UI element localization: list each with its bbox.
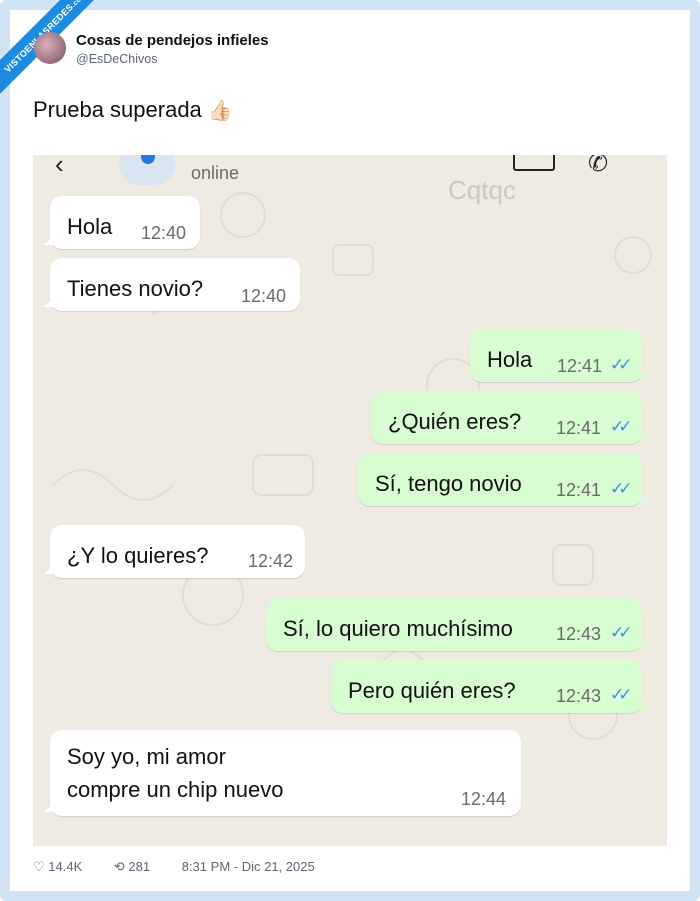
message-text: Soy yo, mi amor compre un chip nuevo bbox=[67, 744, 284, 802]
post-text-body: Prueba superada bbox=[33, 97, 202, 122]
video-call-icon[interactable] bbox=[513, 155, 555, 171]
post-footer: ♡ 14.4K ⟲ 281 8:31 PM - Dic 21, 2025 bbox=[33, 859, 329, 875]
retweet-button[interactable]: ⟲ 281 bbox=[114, 859, 164, 874]
message-text: Hola bbox=[67, 214, 113, 239]
outgoing-message[interactable]: Sí, tengo novio 12:41 ✓✓ bbox=[358, 453, 649, 506]
thumbs-up-icon: 👍🏻 bbox=[207, 100, 233, 122]
like-button[interactable]: ♡ 14.4K bbox=[33, 859, 96, 874]
message-time: 12:44 bbox=[461, 789, 507, 809]
message-text: Sí, tengo novio bbox=[375, 471, 522, 496]
contact-status: online bbox=[191, 163, 240, 183]
phone-icon[interactable]: ✆ bbox=[588, 155, 608, 178]
message-time: 12:41 bbox=[557, 356, 603, 376]
like-count: 14.4K bbox=[48, 859, 83, 874]
back-arrow-icon[interactable]: ‹ bbox=[55, 155, 64, 180]
outgoing-message[interactable]: ¿Quién eres? 12:41 ✓✓ bbox=[371, 391, 649, 444]
message-text: ¿Quién eres? bbox=[388, 409, 522, 434]
message-text: ¿Y lo quieres? bbox=[67, 543, 209, 568]
message-text: Pero quién eres? bbox=[348, 678, 516, 703]
message-time: 12:43 bbox=[556, 624, 602, 644]
incoming-message[interactable]: Soy yo, mi amor compre un chip nuevo 12:… bbox=[43, 730, 521, 816]
chat-screenshot: ‹ online ✆ Cqtqc Hola 12:40 Tienes novio… bbox=[33, 155, 667, 846]
incoming-message[interactable]: Hola 12:40 bbox=[43, 196, 200, 249]
avatar[interactable] bbox=[34, 32, 66, 64]
message-time: 12:41 bbox=[556, 418, 602, 438]
post-timestamp[interactable]: 8:31 PM - Dic 21, 2025 bbox=[182, 859, 315, 874]
message-time: 12:41 bbox=[556, 480, 602, 500]
message-time: 12:43 bbox=[556, 686, 602, 706]
incoming-message[interactable]: ¿Y lo quieres? 12:42 bbox=[43, 525, 305, 578]
read-ticks-icon: ✓✓ bbox=[610, 479, 632, 498]
chat-header: ‹ online ✆ bbox=[33, 155, 667, 185]
outgoing-message[interactable]: Hola 12:41 ✓✓ bbox=[470, 329, 649, 382]
read-ticks-icon: ✓✓ bbox=[610, 355, 632, 374]
outgoing-message[interactable]: Sí, lo quiero muchísimo 12:43 ✓✓ bbox=[266, 598, 649, 651]
message-text: Hola bbox=[487, 347, 533, 372]
message-time: 12:40 bbox=[241, 286, 287, 306]
contact-avatar[interactable] bbox=[119, 155, 175, 185]
post-text: Prueba superada 👍🏻 bbox=[33, 97, 233, 123]
message-text: Sí, lo quiero muchísimo bbox=[283, 616, 513, 641]
read-ticks-icon: ✓✓ bbox=[610, 417, 632, 436]
outgoing-message[interactable]: Pero quién eres? 12:43 ✓✓ bbox=[331, 660, 649, 713]
author-name[interactable]: Cosas de pendejos infieles bbox=[76, 32, 269, 49]
read-ticks-icon: ✓✓ bbox=[610, 685, 632, 704]
retweet-count: 281 bbox=[128, 859, 151, 874]
message-text: Tienes novio? bbox=[67, 276, 204, 301]
read-ticks-icon: ✓✓ bbox=[610, 623, 632, 642]
message-time: 12:42 bbox=[248, 551, 294, 571]
author-handle[interactable]: @EsDeChivos bbox=[76, 52, 157, 66]
message-time: 12:40 bbox=[141, 223, 187, 243]
watermark: Cqtqc bbox=[448, 175, 516, 205]
incoming-message[interactable]: Tienes novio? 12:40 bbox=[43, 258, 300, 311]
